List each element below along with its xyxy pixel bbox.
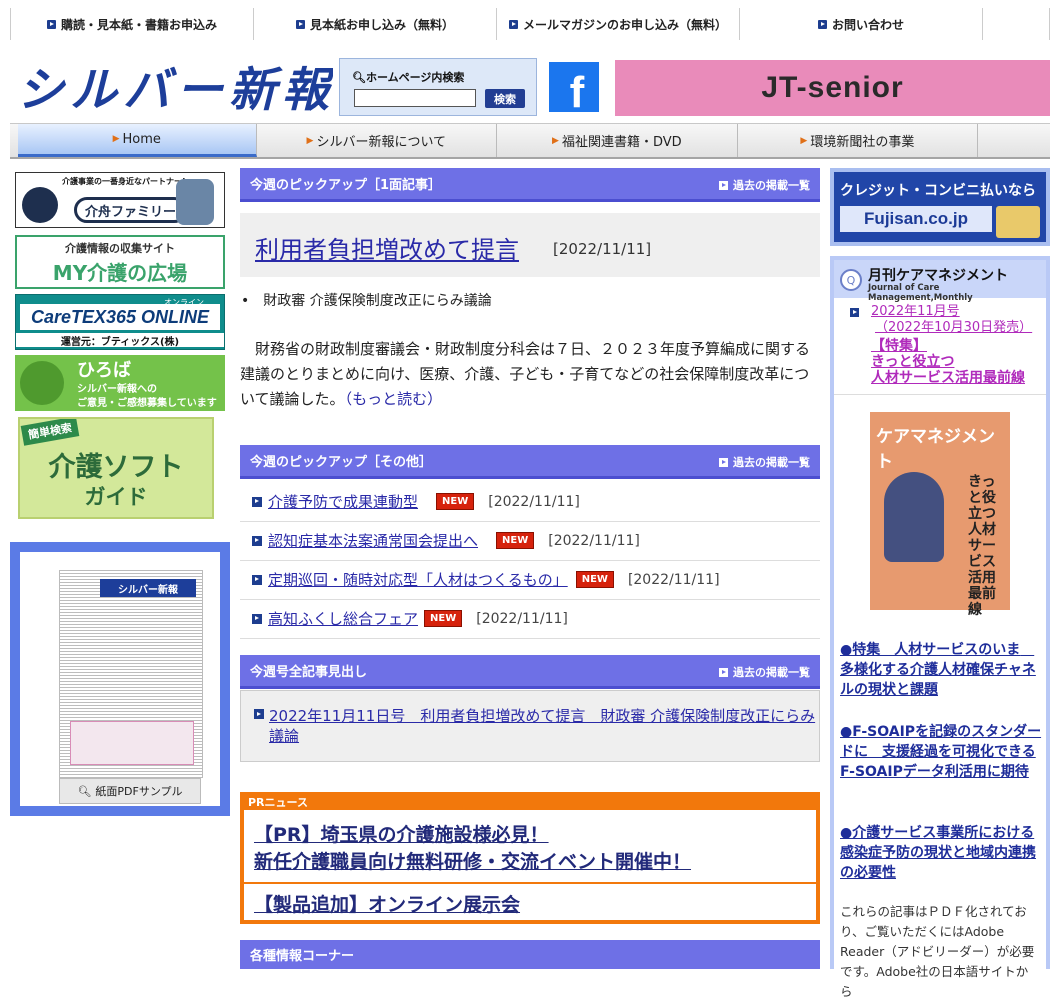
top-article-body: 財務省の財政制度審議会・財政制度分科会は７日、２０２３年度予算編成に関する建議の…: [240, 340, 811, 408]
cover-illustration: [884, 472, 944, 562]
new-badge: NEW: [496, 532, 535, 549]
article-date: [2022/11/11]: [548, 532, 640, 549]
search-button[interactable]: 検索: [485, 89, 525, 108]
article-link[interactable]: 定期巡回・随時対応型「人材はつくるもの」: [268, 569, 568, 590]
arrow-bullet-icon: [719, 457, 728, 467]
care-management-header: Q 月刊ケアマネジメント Journal of Care Management,…: [834, 260, 1046, 303]
nav-books[interactable]: ▶ 福祉関連書籍・DVD: [497, 124, 738, 157]
list-item: 定期巡回・随時対応型「人材はつくるもの」 NEW [2022/11/11]: [240, 560, 820, 600]
site-search: 🔍︎ホームページ内検索 検索: [339, 58, 537, 116]
top-link-contact[interactable]: お問い合わせ: [740, 8, 983, 40]
jt-senior-banner[interactable]: JT-senior: [615, 60, 1050, 116]
top-link-subscribe[interactable]: 購読・見本紙・書籍お申込み: [11, 8, 254, 40]
newspaper-thumbnail[interactable]: シルバー新報: [59, 570, 203, 778]
new-badge: NEW: [424, 610, 463, 627]
new-badge: NEW: [436, 493, 475, 510]
main-nav: ▶ Home ▶ シルバー新報について ▶ 福祉関連書籍・DVD ▶ 環境新聞社の事業: [10, 123, 1050, 159]
zoom-icon: 🔍︎: [77, 784, 92, 798]
mascot-icon: [176, 179, 214, 225]
arrow-bullet-icon: [295, 19, 305, 29]
new-badge: NEW: [575, 571, 614, 588]
pr-news-item[interactable]: 【PR】埼玉県の介護施設様必見！ 新任介護職員向け無料研修・交流イベント開催中！: [254, 822, 691, 876]
arrow-bullet-icon: [817, 19, 827, 29]
nav-company[interactable]: ▶ 環境新聞社の事業: [738, 124, 979, 157]
credit-card-icon: [996, 206, 1040, 238]
past-list-link[interactable]: 過去の掲載一覧: [719, 454, 810, 470]
read-more-link[interactable]: （もっと読む）: [345, 390, 443, 408]
nav-arrow-icon: ▶: [800, 135, 808, 146]
banner-kaigo-soft[interactable]: 簡単検索 介護ソフト ガイド: [18, 417, 214, 519]
pr-news-heading: PRニュース: [248, 796, 308, 809]
article-date: [2022/11/11]: [488, 493, 580, 510]
top-article-date: [2022/11/11]: [553, 240, 652, 258]
all-headlines-heading: 今週号全記事見出し 過去の掲載一覧: [240, 655, 820, 689]
divider: [834, 394, 1046, 395]
banner-hiroba[interactable]: ひろば シルバー新報への ご意見・ご感想募集しています: [15, 355, 225, 411]
ship-icon: [22, 187, 58, 223]
magazine-article-link[interactable]: ●介護サービス事業所における感染症予防の現状と地域内連携の必要性: [840, 823, 1042, 883]
banner-kaishu-family[interactable]: 介護事業の一番身近なパートナー! 介舟ファミリー: [15, 172, 225, 228]
nav-home[interactable]: ▶ Home: [18, 124, 257, 157]
past-list-link[interactable]: 過去の掲載一覧: [719, 664, 810, 680]
facebook-icon[interactable]: f: [549, 62, 599, 112]
pr-news-item[interactable]: 【製品追加】オンライン展示会: [254, 890, 520, 917]
all-headlines-link[interactable]: 2022年11月11日号 利用者負担増改めて提言 財政審 介護保険制度改正にらみ…: [269, 706, 817, 746]
top-article-box: 利用者負担増改めて提言 [2022/11/11]: [240, 213, 820, 277]
top-article-subtitle: • 財政審 介護保険制度改正にらみ議論: [241, 293, 492, 309]
arrow-bullet-icon: [252, 535, 262, 546]
banner-caretex[interactable]: オンライン CareTEX365 ONLINE 運営元：ブティックス(株): [15, 294, 225, 350]
list-item: 認知症基本法案通常国会提出へ NEW [2022/11/11]: [240, 521, 820, 561]
site-logo[interactable]: シルバー新報: [15, 58, 333, 116]
list-item: 介護予防で成果連動型 NEW [2022/11/11]: [240, 482, 820, 522]
magazine-article-link[interactable]: ●F-SOAIPを記録のスタンダードに 支援経過を可視化できるF-SOAIPデー…: [840, 722, 1042, 782]
top-link-sample[interactable]: 見本紙お申し込み（無料）: [254, 8, 497, 40]
banner-my-kaigo[interactable]: 介護情報の収集サイト MY介護の広場: [15, 235, 225, 289]
fujisan-banner[interactable]: クレジット・コンビニ払いなら Fujisan.co.jp: [830, 168, 1050, 246]
pr-news-box: PRニュース 【PR】埼玉県の介護施設様必見！ 新任介護職員向け無料研修・交流イベ…: [240, 792, 820, 924]
pdf-sample-panel: シルバー新報 🔍︎ 紙面PDFサンプル: [10, 542, 230, 816]
arrow-bullet-icon: [252, 496, 262, 507]
arrow-bullet-icon: [252, 613, 262, 624]
nav-arrow-icon: ▶: [552, 135, 559, 146]
magnifier-icon: 🔍︎: [352, 71, 366, 84]
pickup-other-heading: 今週のピックアップ［その他］ 過去の掲載一覧: [240, 445, 820, 479]
frog-icon: [20, 361, 64, 405]
arrow-bullet-icon: [252, 574, 262, 585]
article-date: [2022/11/11]: [476, 610, 568, 627]
article-link[interactable]: 高知ふくし総合フェア: [268, 608, 418, 629]
care-management-panel: Q 月刊ケアマネジメント Journal of Care Management,…: [830, 256, 1050, 999]
magazine-article-link[interactable]: ●特集 人材サービスのいま 多様化する介護人材確保チャネルの現状と課題: [840, 640, 1042, 700]
past-list-link[interactable]: 過去の掲載一覧: [719, 177, 810, 193]
magazine-cover[interactable]: ケアマネジメント きっと役立つ人材サービス活用最前線: [870, 412, 1010, 618]
magazine-search-icon: Q: [840, 269, 862, 291]
arrow-bullet-icon: [46, 19, 56, 29]
arrow-bullet-icon: [719, 180, 728, 190]
arrow-bullet-icon: [508, 19, 518, 29]
info-corner-heading: 各種情報コーナー: [240, 940, 820, 969]
nav-about[interactable]: ▶ シルバー新報について: [257, 124, 498, 157]
top-links: 購読・見本紙・書籍お申込み 見本紙お申し込み（無料） メールマガジンのお申し込み…: [10, 8, 1051, 40]
search-input[interactable]: [354, 89, 476, 107]
pdf-sample-button[interactable]: 🔍︎ 紙面PDFサンプル: [59, 778, 201, 804]
top-article-title[interactable]: 利用者負担増改めて提言: [255, 230, 519, 265]
newspaper-ad: [70, 721, 194, 765]
site-logo-text: シルバー新報: [17, 63, 333, 116]
nav-arrow-icon: ▶: [306, 135, 314, 146]
arrow-bullet-icon: [719, 667, 728, 677]
arrow-bullet-icon: [254, 709, 264, 719]
article-date: [2022/11/11]: [627, 571, 720, 588]
arrow-bullet-icon: [850, 308, 859, 317]
top-link-spacer: [983, 8, 1050, 40]
top-link-mailmagazine[interactable]: メールマガジンのお申し込み（無料）: [497, 8, 740, 40]
all-headlines-box: 2022年11月11日号 利用者負担増改めて提言 財政審 介護保険制度改正にらみ…: [240, 690, 820, 762]
site-search-label: 🔍︎ホームページ内検索: [352, 71, 465, 84]
pickup-top-heading: 今週のピックアップ［1面記事］ 過去の掲載一覧: [240, 168, 820, 202]
article-link[interactable]: 介護予防で成果連動型: [268, 491, 418, 512]
nav-arrow-icon: ▶: [112, 134, 120, 144]
article-link[interactable]: 認知症基本法案通常国会提出へ: [268, 530, 478, 551]
divider: [244, 882, 816, 884]
pdf-note: これらの記事はＰＤＦ化されており、ご覧いただくにはAdobe Reader（アド…: [840, 904, 1035, 999]
list-item: 高知ふくし総合フェア NEW [2022/11/11]: [240, 599, 820, 639]
